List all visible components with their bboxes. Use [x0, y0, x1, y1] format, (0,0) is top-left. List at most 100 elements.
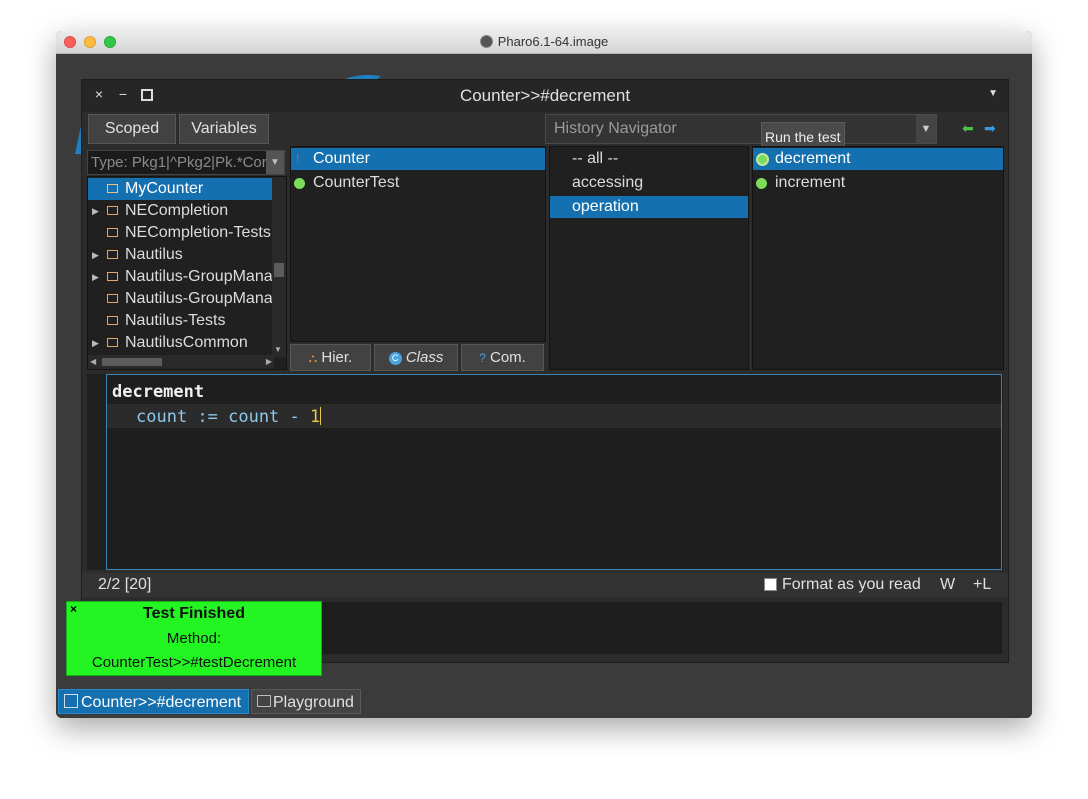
class-name: Counter — [313, 150, 370, 167]
package-row[interactable]: MyCounter — [88, 178, 286, 200]
class-side-toggle[interactable]: C Class — [374, 344, 458, 371]
package-folder-icon — [107, 272, 118, 281]
package-row[interactable]: NECompletion-Tests — [88, 222, 286, 244]
override-marker-icon: ! — [296, 152, 300, 166]
class-toolbar: ⛬ Hier. C Class ? Com. — [290, 344, 546, 371]
notification-line1: Method: — [166, 630, 222, 647]
code-editor[interactable]: decrement count := count - 1 — [106, 374, 1002, 570]
package-name: NECompletion — [125, 202, 229, 219]
protocol-list[interactable]: -- all -- accessing operation — [549, 146, 749, 370]
comment-label: Com. — [490, 349, 526, 366]
window-menu-icon[interactable]: ▼ — [988, 88, 998, 99]
protocol-name: -- all -- — [572, 150, 619, 167]
package-list-horizontal-scrollbar[interactable]: ◀ ▶ — [88, 355, 274, 369]
expand-arrow-icon[interactable]: ▶ — [92, 200, 99, 222]
text-cursor — [320, 407, 322, 425]
expand-arrow-icon[interactable]: ▶ — [92, 332, 99, 354]
scroll-left-icon[interactable]: ◀ — [90, 357, 96, 366]
line-numbers-toggle[interactable]: +L — [973, 576, 991, 594]
test-finished-notification: × Test Finished Method: CounterTest>>#te… — [66, 601, 322, 676]
format-as-you-read-label: Format as you read — [782, 576, 921, 593]
package-name: Nautilus — [125, 246, 183, 263]
taskbar-tab-playground-label: Playground — [273, 694, 354, 711]
run-test-icon[interactable] — [756, 178, 767, 189]
os-window-title-text: Pharo6.1-64.image — [497, 34, 609, 49]
method-selector-text: decrement — [112, 382, 205, 402]
run-test-icon[interactable] — [756, 153, 769, 166]
expand-arrow-icon[interactable]: ▶ — [92, 244, 99, 266]
hierarchy-icon: ⛬ — [308, 351, 318, 365]
method-row[interactable]: decrement — [753, 148, 1003, 170]
playground-window-icon — [257, 695, 271, 707]
chevron-down-icon[interactable]: ▼ — [916, 115, 936, 143]
scroll-right-icon[interactable]: ▶ — [266, 357, 272, 366]
protocol-row[interactable]: operation — [550, 196, 748, 218]
class-list[interactable]: ! Counter CounterTest — [290, 146, 546, 342]
package-name: Nautilus-GroupManager — [125, 268, 287, 285]
class-name: CounterTest — [313, 174, 400, 191]
package-row[interactable]: ▶ Nautilus-GroupManager — [88, 266, 286, 288]
method-list[interactable]: decrement increment — [752, 146, 1004, 370]
method-row[interactable]: increment — [753, 172, 1003, 194]
taskbar-tab-browser-label: Counter>>#decrement — [81, 694, 242, 711]
hscrollbar-thumb[interactable] — [102, 358, 162, 366]
package-filter-input[interactable]: Type: Pkg1|^Pkg2|Pk.*Core$ ▼ — [87, 150, 285, 175]
taskbar-tab-browser[interactable]: Counter>>#decrement — [58, 689, 249, 714]
browser-window-icon — [64, 694, 78, 708]
protocol-row[interactable]: accessing — [550, 172, 748, 194]
package-name: NECompletion-Tests — [125, 224, 271, 241]
history-back-arrow-icon[interactable]: ⬅ — [962, 120, 974, 137]
taskbar-tab-playground[interactable]: Playground — [251, 689, 361, 714]
package-folder-icon — [107, 294, 118, 303]
package-filter-placeholder: Type: Pkg1|^Pkg2|Pk.*Core$ — [91, 154, 284, 171]
scoped-button[interactable]: Scoped — [88, 114, 176, 144]
os-window-title: Pharo6.1-64.image — [56, 34, 1032, 49]
method-body-text: count := count - 1 — [136, 407, 322, 427]
package-name: NautilusCommon — [125, 334, 248, 351]
variables-button[interactable]: Variables — [179, 114, 269, 144]
class-row[interactable]: ! Counter — [291, 148, 545, 170]
taskbar: Counter>>#decrement Playground — [56, 685, 1032, 718]
package-row[interactable]: ▶ Nautilus — [88, 244, 286, 266]
package-row[interactable]: Nautilus-GroupManager-Tests — [88, 288, 286, 310]
class-icon: C — [388, 352, 402, 365]
history-navigator-dropdown[interactable]: History Navigator ▼ — [545, 114, 937, 144]
package-row[interactable]: Nautilus-Tests — [88, 310, 286, 332]
expand-arrow-icon[interactable]: ▶ — [92, 266, 99, 288]
package-name: Nautilus-GroupManager-Tests — [125, 290, 287, 307]
comment-button[interactable]: ? Com. — [461, 344, 544, 371]
browser-titlebar: × − Counter>>#decrement ▼ — [82, 80, 1008, 112]
protocol-name: accessing — [572, 174, 644, 191]
editor-status-bar: 2/2 [20] Format as you read W +L — [82, 573, 1008, 597]
test-passed-icon — [294, 178, 305, 189]
package-folder-icon — [107, 184, 118, 193]
package-list[interactable]: MyCounter ▶ NECompletion NECompletion-Tests… — [87, 176, 287, 370]
hierarchy-button[interactable]: ⛬ Hier. — [290, 344, 371, 371]
filter-history-dropdown-icon[interactable]: ▼ — [266, 151, 284, 174]
system-browser-window: × − Counter>>#decrement ▼ Scoped Variabl… — [81, 79, 1009, 663]
os-window: Pharo6.1-64.image × − Counter>>#decremen… — [56, 31, 1032, 718]
scroll-down-icon[interactable]: ▼ — [274, 345, 282, 354]
scrollbar-thumb[interactable] — [274, 263, 284, 277]
question-icon: ? — [479, 351, 486, 365]
wrap-toggle[interactable]: W — [940, 576, 955, 594]
package-name: Nautilus-Tests — [125, 312, 226, 329]
format-as-you-read-checkbox[interactable] — [764, 578, 777, 591]
package-folder-icon — [107, 250, 118, 259]
class-row[interactable]: CounterTest — [291, 172, 545, 194]
pharo-app-icon — [479, 35, 493, 48]
package-row[interactable]: ▶ NECompletion — [88, 200, 286, 222]
cursor-position-text: 2/2 [20] — [98, 576, 152, 593]
package-folder-icon — [107, 338, 118, 347]
browser-title: Counter>>#decrement — [459, 86, 631, 105]
history-forward-arrow-icon[interactable]: ➡ — [984, 120, 996, 137]
package-list-vertical-scrollbar[interactable]: ▼ — [272, 177, 286, 357]
package-name: MyCounter — [125, 180, 204, 197]
protocol-row[interactable]: -- all -- — [550, 148, 748, 170]
package-row[interactable]: ▶ NautilusCommon — [88, 332, 286, 354]
notification-title: Test Finished — [143, 605, 245, 622]
os-titlebar: Pharo6.1-64.image — [56, 31, 1032, 54]
pharo-world: × − Counter>>#decrement ▼ Scoped Variabl… — [56, 54, 1032, 718]
hierarchy-label: Hier. — [321, 349, 353, 366]
notification-line2: CounterTest>>#testDecrement — [91, 654, 297, 671]
